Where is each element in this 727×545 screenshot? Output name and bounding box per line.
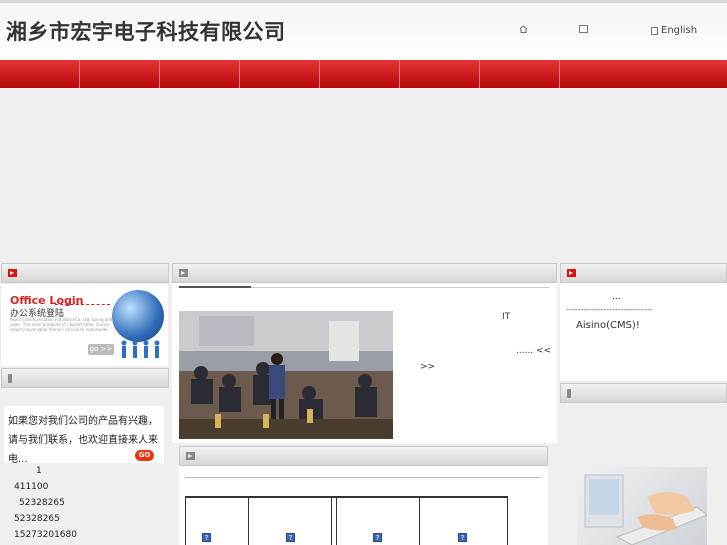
products-grid-line: [507, 496, 508, 545]
phone-icon: [8, 373, 12, 383]
right-panel-1-header: [560, 263, 727, 283]
product-image-icon[interactable]: ?: [373, 533, 382, 542]
phone-icon: [567, 388, 571, 398]
contact-go-button[interactable]: GO: [135, 450, 154, 461]
right-cms-text: Aisino(CMS)!: [576, 320, 640, 331]
contact-line: 411100: [14, 482, 49, 492]
nav-item-6[interactable]: [400, 60, 480, 88]
banner-area: [0, 88, 727, 262]
contact-list: 1 411100 52328265 52328265 15273201680: [14, 463, 77, 543]
products-panel-header: [179, 446, 548, 466]
right-panel-2-header: [560, 383, 727, 403]
product-image-icon[interactable]: ?: [458, 533, 467, 542]
nav-item-2[interactable]: [80, 60, 160, 88]
language-icon: [651, 26, 658, 35]
login-panel-header: [1, 263, 169, 283]
contact-line: 52328265: [14, 514, 60, 524]
products-grid-line: [419, 496, 420, 545]
contact-line: 1: [36, 466, 42, 476]
nav-item-7[interactable]: [480, 60, 560, 88]
arrow-icon: [567, 269, 576, 277]
main-nav: [0, 60, 727, 88]
arrow-icon: [8, 269, 17, 277]
contact-line: 15273201680: [14, 530, 77, 540]
home-icon: [519, 25, 528, 33]
keyboard-image[interactable]: [577, 467, 707, 545]
right-dots: ...: [612, 292, 621, 302]
products-grid-line: [336, 496, 337, 545]
office-login-small-text: Aoxin Communication Industrial Co. Ltd. …: [10, 317, 113, 332]
products-grid-top: [185, 496, 508, 498]
arrow-icon: [186, 452, 195, 460]
nav-item-5[interactable]: [320, 60, 400, 88]
news-photo[interactable]: [179, 311, 393, 439]
products-grid-line: [185, 496, 186, 545]
news-text-it: IT: [502, 312, 511, 322]
news-more-link-2[interactable]: >>: [420, 362, 435, 372]
contact-panel-header: [1, 368, 169, 388]
login-divider: [55, 304, 110, 306]
products-divider: [185, 477, 541, 478]
right-dashes: ------------------------------: [566, 305, 653, 314]
contact-text: 如果您对我们公司的产品有兴趣，请与我们联系，也欢迎直接来人来电...: [8, 416, 158, 465]
news-panel-header: [172, 263, 557, 283]
nav-item-1[interactable]: [0, 60, 80, 88]
english-link[interactable]: English: [651, 25, 697, 36]
company-name: 湘乡市宏宇电子科技有限公司: [6, 20, 286, 44]
english-link-label: English: [661, 25, 698, 36]
arrow-icon: [179, 269, 188, 277]
nav-item-8[interactable]: [560, 60, 640, 88]
globe-icon: [112, 290, 164, 342]
contact-line: 52328265: [19, 498, 65, 508]
products-grid-line: [248, 496, 249, 545]
bookmark-link[interactable]: [579, 25, 591, 33]
news-more-link[interactable]: ...... <<: [516, 346, 551, 356]
products-grid-line: [331, 496, 332, 545]
home-link[interactable]: [519, 25, 531, 33]
product-image-icon[interactable]: ?: [286, 533, 295, 542]
nav-item-4[interactable]: [240, 60, 320, 88]
news-divider-accent: [179, 286, 251, 288]
nav-item-3[interactable]: [160, 60, 240, 88]
product-image-icon[interactable]: ?: [202, 533, 211, 542]
people-icon: [118, 340, 162, 360]
login-go-button[interactable]: go >>: [88, 344, 114, 355]
bookmark-icon: [579, 25, 588, 33]
